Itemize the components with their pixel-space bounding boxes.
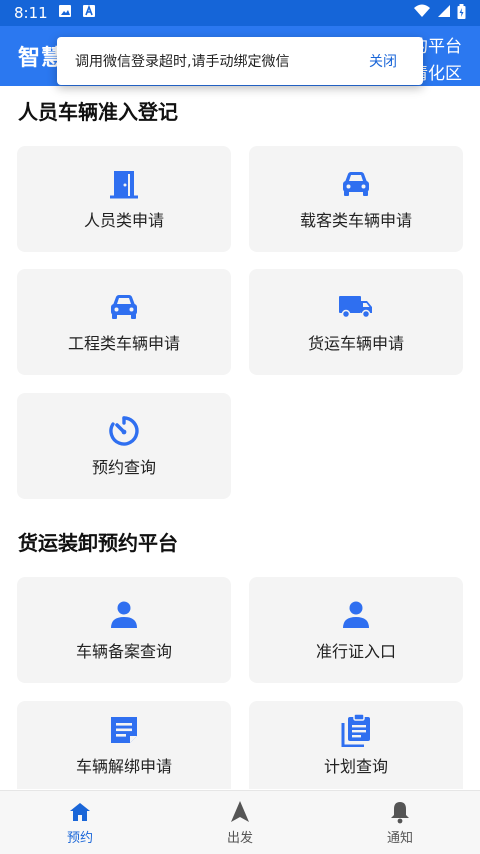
truck-icon — [338, 290, 374, 324]
card-label: 货运车辆申请 — [307, 334, 404, 353]
card-label: 车辆解绑申请 — [75, 757, 172, 776]
card-label: 车辆备案查询 — [75, 642, 172, 661]
timer-icon — [107, 414, 141, 448]
card-label: 载客类车辆申请 — [299, 211, 412, 230]
status-bar: 8:11 — [0, 0, 480, 26]
toast-close-button[interactable]: 关闭 — [369, 51, 397, 71]
card-freight-vehicle-application[interactable]: 货运车辆申请 — [249, 269, 463, 375]
card-passenger-vehicle-application[interactable]: 载客类车辆申请 — [249, 146, 463, 252]
car-icon — [108, 290, 140, 324]
image-notification-icon — [58, 4, 72, 22]
card-label: 预约查询 — [91, 458, 156, 477]
document-icon — [108, 713, 140, 747]
bell-icon — [389, 799, 411, 825]
nav-item-appointment[interactable]: 预约 — [20, 799, 140, 846]
card-personnel-application[interactable]: 人员类申请 — [17, 146, 231, 252]
person-icon — [109, 598, 139, 632]
app-notification-icon — [82, 4, 96, 22]
card-vehicle-record-query[interactable]: 车辆备案查询 — [17, 577, 231, 683]
person-icon — [341, 598, 371, 632]
clipboard-icon — [340, 713, 372, 747]
bottom-navigation: 预约 出发 通知 — [0, 790, 480, 854]
signal-icon — [437, 4, 451, 22]
section-title-freight-platform: 货运装卸预约平台 — [18, 531, 178, 555]
car-icon — [340, 167, 372, 201]
nav-label: 预约 — [66, 831, 93, 846]
nav-label: 出发 — [226, 831, 253, 846]
home-icon — [68, 799, 92, 825]
card-appointment-query[interactable]: 预约查询 — [17, 393, 231, 499]
nav-item-notifications[interactable]: 通知 — [340, 799, 460, 846]
status-time: 8:11 — [14, 4, 48, 22]
navigation-arrow-icon — [230, 799, 250, 825]
card-label: 人员类申请 — [83, 211, 164, 230]
card-pass-permit-entry[interactable]: 准行证入口 — [249, 577, 463, 683]
wifi-icon — [413, 4, 431, 22]
nav-label: 通知 — [386, 831, 413, 846]
card-label: 计划查询 — [323, 757, 388, 776]
card-label: 准行证入口 — [315, 642, 396, 661]
nav-item-depart[interactable]: 出发 — [180, 799, 300, 846]
card-engineering-vehicle-application[interactable]: 工程类车辆申请 — [17, 269, 231, 375]
battery-icon — [457, 3, 466, 23]
card-plan-query[interactable]: 计划查询 — [249, 701, 463, 789]
door-icon — [108, 167, 140, 201]
section-title-access-registration: 人员车辆准入登记 — [18, 100, 178, 124]
toast-message: 调用微信登录超时,请手动绑定微信 — [75, 54, 290, 70]
card-label: 工程类车辆申请 — [67, 334, 180, 353]
timeout-toast: 调用微信登录超时,请手动绑定微信 关闭 — [57, 37, 423, 85]
card-vehicle-unbind-application[interactable]: 车辆解绑申请 — [17, 701, 231, 789]
